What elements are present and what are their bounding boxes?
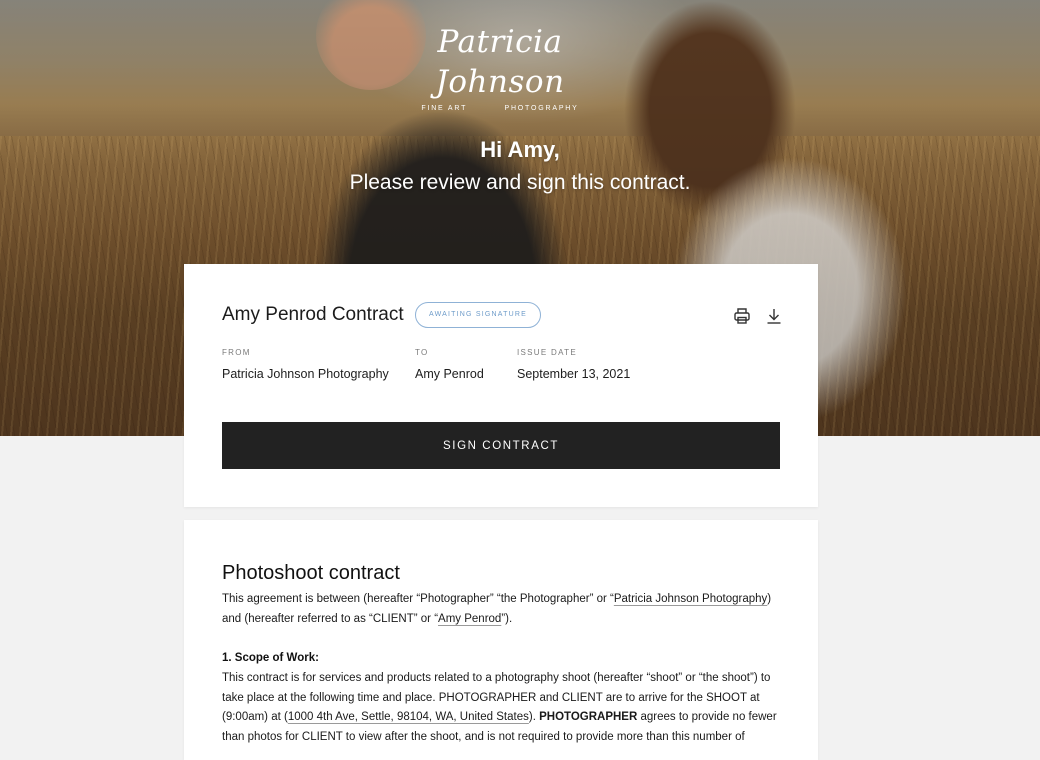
print-icon [734, 308, 750, 324]
sign-contract-button[interactable]: SIGN CONTRACT [222, 422, 780, 469]
contract-summary-card: Amy Penrod Contract AWAITING SIGNATURE F… [184, 264, 818, 507]
download-button[interactable] [764, 306, 784, 326]
greeting: Hi Amy, [480, 137, 560, 162]
scope-bold: PHOTOGRAPHER [539, 711, 638, 723]
intro-text-1: This agreement is between (hereafter “Ph… [222, 593, 614, 605]
to-label: TO [415, 348, 429, 357]
scope-text-2: ). [528, 711, 540, 723]
brand-logo: Patricia Johnson FINE ART PHOTOGRAPHY [380, 22, 620, 112]
scope-heading: 1. Scope of Work: [222, 652, 319, 664]
print-button[interactable] [732, 306, 752, 326]
intro-text-3: ”). [501, 612, 513, 625]
issue-date-value: September 13, 2021 [517, 367, 631, 381]
status-badge: AWAITING SIGNATURE [415, 302, 541, 328]
greeting-message: Please review and sign this contract. [349, 171, 691, 194]
document-title: Photoshoot contract [222, 562, 400, 584]
intro-paragraph: This agreement is between (hereafter “Ph… [222, 590, 782, 629]
logo-sub-left: FINE ART [421, 105, 468, 112]
photographer-name-field[interactable]: Patricia Johnson Photography [614, 593, 767, 605]
logo-script: Patricia Johnson [435, 24, 565, 100]
from-value: Patricia Johnson Photography [222, 367, 389, 381]
address-field[interactable]: 1000 4th Ave, Settle, 98104, WA, United … [288, 711, 529, 723]
scope-paragraph: This contract is for services and produc… [222, 669, 782, 747]
download-icon [767, 309, 781, 324]
logo-sub-right: PHOTOGRAPHY [504, 105, 579, 112]
client-name-field[interactable]: Amy Penrod [438, 613, 501, 625]
contract-title: Amy Penrod Contract [222, 304, 404, 325]
from-label: FROM [222, 348, 251, 357]
issue-date-label: ISSUE DATE [517, 348, 577, 357]
to-value: Amy Penrod [415, 367, 484, 381]
contract-document-card: Photoshoot contract This agreement is be… [184, 520, 818, 760]
logo-subtitle: FINE ART PHOTOGRAPHY [380, 104, 620, 114]
